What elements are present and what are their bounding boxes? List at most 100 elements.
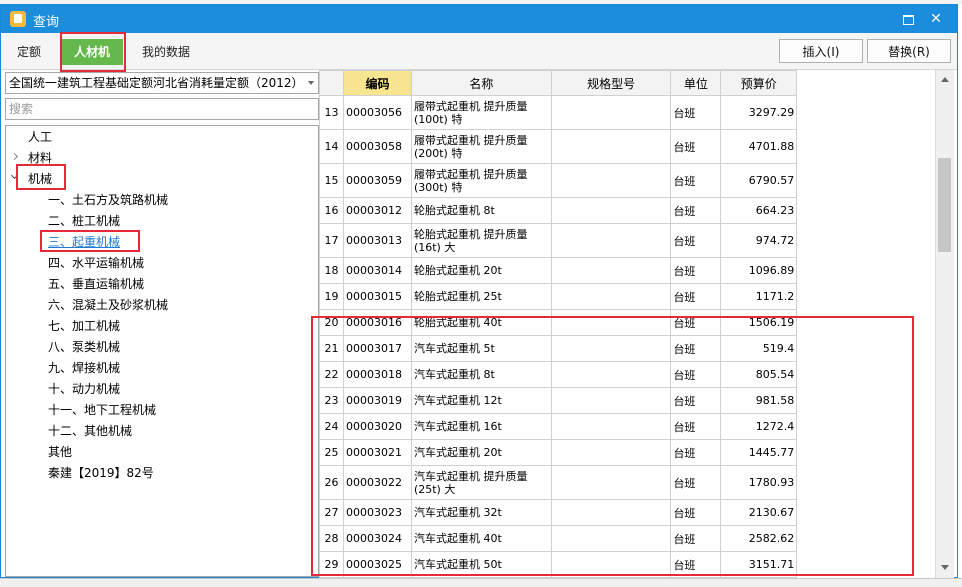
cell-blank (796, 257, 935, 284)
table-row[interactable]: 14 00003058 履带式起重机 提升质量(200t) 特 台班 4701.88 (319, 129, 935, 164)
row-index[interactable]: 14 (319, 129, 344, 164)
cell-spec (550, 95, 672, 130)
tree-node-processing[interactable]: 七、加工机械 (48, 316, 120, 336)
header-index (319, 70, 344, 96)
insert-button[interactable]: 插入(I) (779, 39, 863, 63)
cell-name[interactable]: 轮胎式起重机 提升质量(16t) 大 (410, 223, 552, 258)
cell-blank (796, 163, 935, 198)
replace-button[interactable]: 替换(R) (867, 39, 951, 63)
header-blank (796, 70, 935, 96)
tree-node-other-machinery[interactable]: 十二、其他机械 (48, 421, 132, 441)
cell-price[interactable]: 974.72 (720, 223, 798, 258)
tree-node-other[interactable]: 其他 (48, 442, 72, 462)
cell-price[interactable]: 1096.89 (720, 257, 798, 284)
table-header-row: 编码 名称 规格型号 单位 预算价 (319, 70, 935, 96)
cell-unit[interactable]: 台班 (670, 95, 722, 130)
header-spec[interactable]: 规格型号 (550, 70, 672, 96)
cell-spec (550, 163, 672, 198)
cell-code[interactable]: 00003056 (342, 95, 412, 130)
scroll-thumb[interactable] (938, 158, 951, 252)
cell-code[interactable]: 00003013 (342, 223, 412, 258)
row-index[interactable]: 15 (319, 163, 344, 198)
cell-unit[interactable]: 台班 (670, 197, 722, 224)
tree-node-power[interactable]: 十、动力机械 (48, 379, 120, 399)
cell-code[interactable]: 00003015 (342, 283, 412, 310)
header-code[interactable]: 编码 (342, 70, 412, 96)
cell-spec (550, 223, 672, 258)
cell-name[interactable]: 履带式起重机 提升质量(100t) 特 (410, 95, 552, 130)
tree-node-vertical-transport[interactable]: 五、垂直运输机械 (48, 274, 144, 294)
cell-price[interactable]: 4701.88 (720, 129, 798, 164)
cell-unit[interactable]: 台班 (670, 283, 722, 310)
cell-unit[interactable]: 台班 (670, 163, 722, 198)
tree-node-welding[interactable]: 九、焊接机械 (48, 358, 120, 378)
close-icon[interactable]: ✕ (927, 10, 945, 28)
annotation-box-truck-cranes (311, 316, 914, 576)
header-price[interactable]: 预算价 (720, 70, 798, 96)
tree-node-underground[interactable]: 十一、地下工程机械 (48, 400, 156, 420)
tree-node-pile[interactable]: 二、桩工机械 (48, 211, 120, 231)
library-select-value: 全国统一建筑工程基础定额河北省消耗量定额（2012） (9, 76, 304, 90)
table-row[interactable]: 18 00003014 轮胎式起重机 20t 台班 1096.89 (319, 257, 935, 284)
tree-node-qinjian[interactable]: 秦建【2019】82号 (48, 463, 154, 483)
window-title: 查询 (33, 15, 60, 30)
vertical-scrollbar[interactable] (935, 70, 954, 578)
row-index[interactable]: 16 (319, 197, 344, 224)
cell-spec (550, 129, 672, 164)
tree-node-pump[interactable]: 八、泵类机械 (48, 337, 120, 357)
cell-unit[interactable]: 台班 (670, 129, 722, 164)
cell-blank (796, 223, 935, 258)
search-input[interactable]: 搜索 (5, 98, 319, 120)
tab-quota[interactable]: 定额 (7, 39, 51, 65)
cell-code[interactable]: 00003059 (342, 163, 412, 198)
table-row[interactable]: 13 00003056 履带式起重机 提升质量(100t) 特 台班 3297.29 (319, 95, 935, 130)
tab-my-data[interactable]: 我的数据 (131, 39, 201, 65)
cell-spec (550, 257, 672, 284)
annotation-box-tab (60, 32, 126, 72)
table-row[interactable]: 16 00003012 轮胎式起重机 8t 台班 664.23 (319, 197, 935, 224)
tree-node-labor[interactable]: 人工 (28, 127, 52, 147)
table-row[interactable]: 19 00003015 轮胎式起重机 25t 台班 1171.2 (319, 283, 935, 310)
cell-name[interactable]: 轮胎式起重机 20t (410, 257, 552, 284)
row-index[interactable]: 17 (319, 223, 344, 258)
cell-blank (796, 95, 935, 130)
row-index[interactable]: 13 (319, 95, 344, 130)
tree-node-earthwork[interactable]: 一、土石方及筑路机械 (48, 190, 168, 210)
cell-blank (796, 129, 935, 164)
cell-code[interactable]: 00003014 (342, 257, 412, 284)
title-bar: 查询 ✕ (1, 5, 957, 33)
row-index[interactable]: 18 (319, 257, 344, 284)
cell-spec (550, 197, 672, 224)
cell-name[interactable]: 轮胎式起重机 25t (410, 283, 552, 310)
cell-spec (550, 283, 672, 310)
row-index[interactable]: 19 (319, 283, 344, 310)
header-unit[interactable]: 单位 (670, 70, 722, 96)
maximize-icon[interactable] (899, 10, 917, 28)
annotation-box-machinery (16, 164, 66, 190)
cell-code[interactable]: 00003058 (342, 129, 412, 164)
cell-name[interactable]: 轮胎式起重机 8t (410, 197, 552, 224)
cell-price[interactable]: 3297.29 (720, 95, 798, 130)
cell-price[interactable]: 1171.2 (720, 283, 798, 310)
cell-code[interactable]: 00003012 (342, 197, 412, 224)
annotation-box-lifting (40, 230, 140, 252)
cell-blank (796, 283, 935, 310)
scroll-up-icon[interactable] (936, 72, 954, 88)
cell-blank (796, 197, 935, 224)
tree-node-concrete-mortar[interactable]: 六、混凝土及砂浆机械 (48, 295, 168, 315)
category-tree: 人工 材料 机械 一、土石方及筑路机械 二、桩工机械 三、起重机械 四、水平运输… (5, 125, 319, 577)
cell-unit[interactable]: 台班 (670, 223, 722, 258)
tree-node-horizontal-transport[interactable]: 四、水平运输机械 (48, 253, 144, 273)
cell-name[interactable]: 履带式起重机 提升质量(200t) 特 (410, 129, 552, 164)
table-row[interactable]: 15 00003059 履带式起重机 提升质量(300t) 特 台班 6790.57 (319, 163, 935, 198)
table-row[interactable]: 17 00003013 轮胎式起重机 提升质量(16t) 大 台班 974.72 (319, 223, 935, 258)
library-select[interactable]: 全国统一建筑工程基础定额河北省消耗量定额（2012） (5, 72, 319, 94)
header-name[interactable]: 名称 (410, 70, 552, 96)
scroll-down-icon[interactable] (936, 560, 954, 576)
category-panel: 全国统一建筑工程基础定额河北省消耗量定额（2012） 搜索 人工 材料 机械 一… (1, 70, 319, 578)
chevron-down-icon[interactable] (308, 81, 314, 85)
cell-price[interactable]: 664.23 (720, 197, 798, 224)
cell-unit[interactable]: 台班 (670, 257, 722, 284)
cell-name[interactable]: 履带式起重机 提升质量(300t) 特 (410, 163, 552, 198)
cell-price[interactable]: 6790.57 (720, 163, 798, 198)
